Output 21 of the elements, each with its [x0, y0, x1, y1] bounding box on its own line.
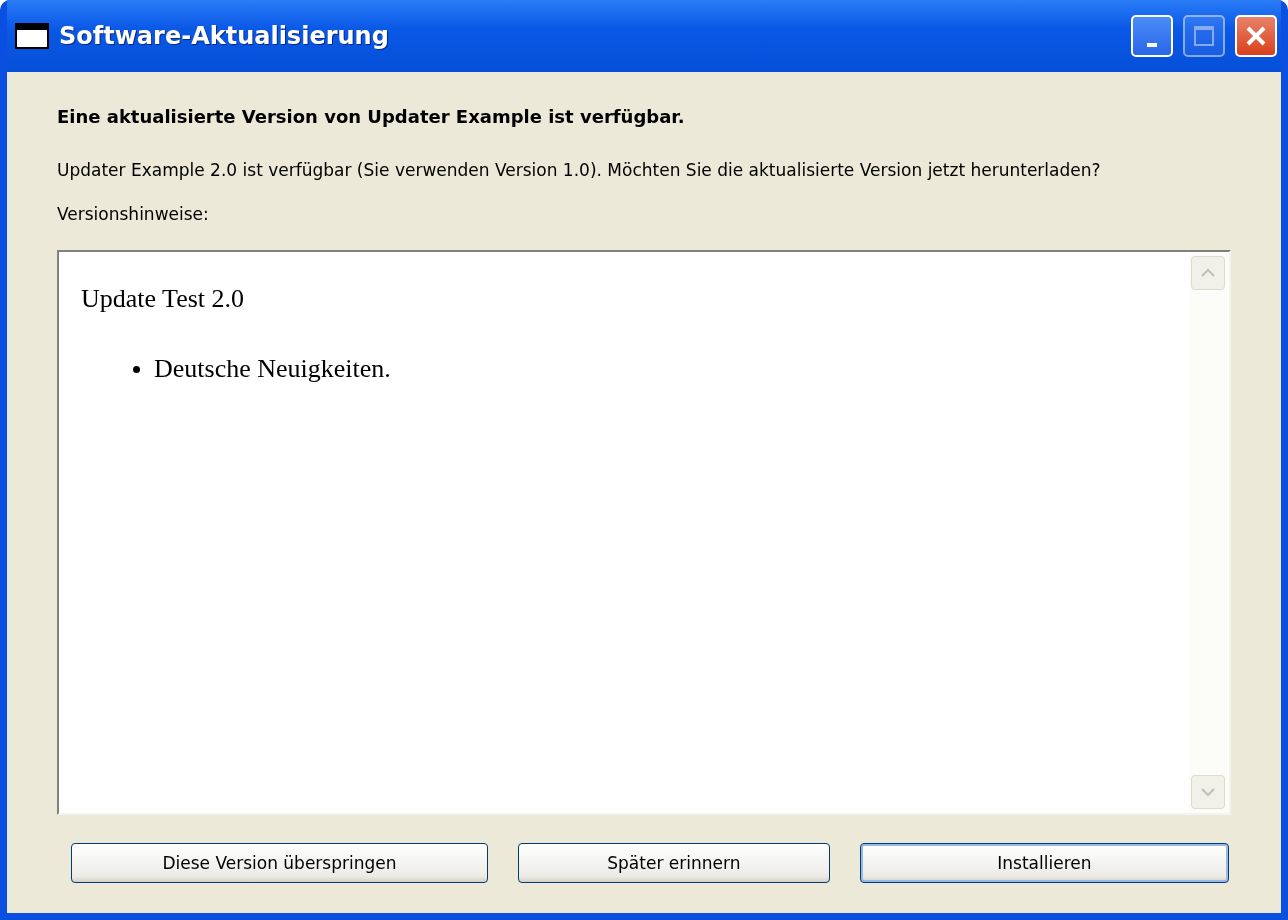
- minimize-icon: [1147, 43, 1157, 47]
- window-title: Software-Aktualisierung: [59, 22, 390, 50]
- dialog-button[interactable]: Später erinnern: [517, 843, 830, 883]
- close-button[interactable]: [1235, 15, 1277, 57]
- bullet-icon: [133, 365, 140, 373]
- notes-label: Versionshinweise:: [57, 204, 210, 224]
- caret-up-icon: [1201, 268, 1215, 278]
- heading: Eine aktualisierte Version von Updater Example ist verfügbar.: [57, 106, 686, 127]
- description: Updater Example 2.0 ist verfügbar (Sie verwenden Version 1.0). Möchten Sie die aktualisierte Version jetzt herunterladen?: [57, 159, 1102, 182]
- maximize-icon: [1193, 25, 1215, 47]
- scrollbar[interactable]: [1189, 252, 1229, 813]
- notes-title: Update Test 2.0: [81, 284, 246, 314]
- window-icon: [15, 23, 49, 49]
- scroll-up-button[interactable]: [1191, 256, 1225, 290]
- scroll-down-button[interactable]: [1191, 775, 1225, 809]
- dialog-button[interactable]: Diese Version überspringen: [71, 843, 488, 883]
- notes-item: Deutsche Neuigkeiten.: [154, 354, 391, 384]
- minimize-button[interactable]: [1131, 15, 1173, 57]
- dialog-button[interactable]: Installieren: [859, 843, 1229, 883]
- caret-down-icon: [1201, 787, 1215, 797]
- close-icon: [1245, 25, 1267, 47]
